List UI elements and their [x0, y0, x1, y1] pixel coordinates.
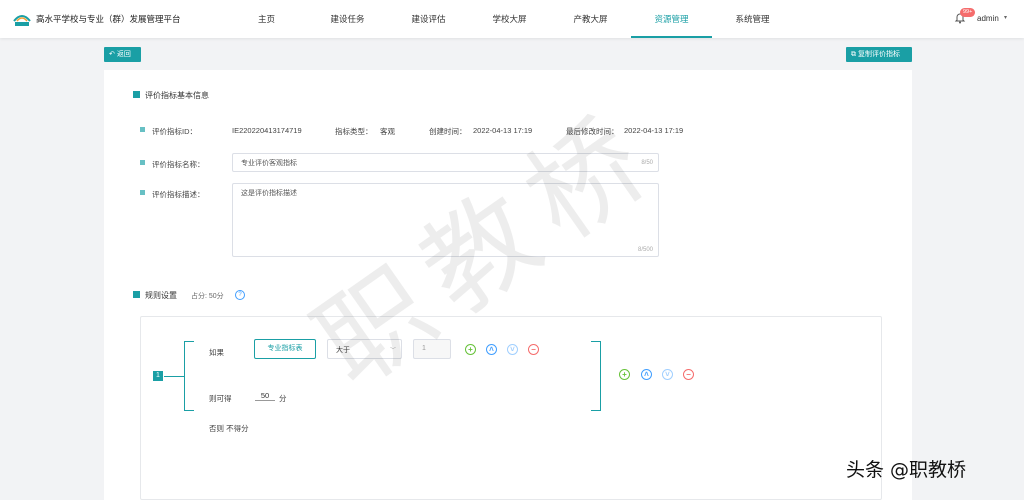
- help-icon[interactable]: ?: [235, 290, 245, 300]
- top-navigation-bar: 高水平学校与专业（群）发展管理平台 主页 建设任务 建设评估 学校大屏 产教大屏…: [0, 0, 1024, 38]
- back-button-label: 返回: [116, 51, 131, 58]
- rules-section-title: 规则设置: [145, 291, 177, 300]
- nav-item-construction-tasks[interactable]: 建设任务: [307, 0, 388, 38]
- indicator-desc-counter: 8/500: [637, 247, 653, 253]
- indicator-id-label: 评价指标ID：: [152, 127, 197, 136]
- score-unit: 分: [279, 394, 287, 403]
- field-select-button[interactable]: 专业指标表: [254, 339, 316, 359]
- nav-item-industry-dashboard[interactable]: 产教大屏: [550, 0, 631, 38]
- add-rule-icon[interactable]: +: [619, 369, 630, 380]
- indicator-type-value: 客观: [380, 127, 395, 136]
- indicator-id-value: IE220220413174719: [232, 126, 302, 135]
- nav-item-school-dashboard[interactable]: 学校大屏: [469, 0, 550, 38]
- nav-item-resource-management[interactable]: 资源管理: [631, 0, 712, 38]
- back-icon: ↶: [109, 51, 115, 58]
- remove-condition-icon[interactable]: −: [528, 344, 539, 355]
- copy-button-label: 复制评价指标: [857, 51, 900, 58]
- modified-time-label: 最后修改时间：: [566, 127, 619, 136]
- chevron-down-icon: ﹀: [389, 348, 396, 354]
- caret-down-icon[interactable]: ▾: [1004, 14, 1007, 21]
- add-condition-icon[interactable]: +: [465, 344, 476, 355]
- indicator-desc-label: 评价指标描述：: [152, 190, 205, 199]
- indicator-type-label: 指标类型：: [335, 127, 373, 136]
- field-marker: [140, 190, 145, 195]
- indicator-name-counter: 8/50: [641, 160, 653, 166]
- if-label: 如果: [209, 348, 224, 357]
- basic-info-section-title: 评价指标基本信息: [145, 91, 209, 100]
- copy-indicator-button[interactable]: ⧉ 复制评价指标: [846, 47, 912, 62]
- else-label: 否则 不得分: [209, 424, 249, 433]
- rule-editor: 1 如果 专业指标表 大于 ﹀ 1 + ˄ ˅ − 则可得 50 分 否则 不得…: [140, 316, 882, 500]
- section-marker: [133, 91, 140, 98]
- condition-bracket-right: [591, 341, 601, 411]
- created-time-label: 创建时间：: [429, 127, 467, 136]
- field-marker: [140, 127, 145, 132]
- app-title: 高水平学校与专业（群）发展管理平台: [36, 14, 181, 24]
- rule-move-down-icon[interactable]: ˅: [662, 369, 673, 380]
- user-menu[interactable]: admin: [977, 14, 999, 23]
- remove-rule-icon[interactable]: −: [683, 369, 694, 380]
- operator-select[interactable]: 大于 ﹀: [327, 339, 402, 359]
- condition-value-input[interactable]: 1: [413, 339, 451, 359]
- platform-logo[interactable]: [12, 9, 32, 29]
- move-up-icon[interactable]: ˄: [486, 344, 497, 355]
- watermark-corner: 头条 @职教桥: [846, 459, 967, 481]
- main-nav: 主页 建设任务 建设评估 学校大屏 产教大屏 资源管理 系统管理: [226, 0, 793, 38]
- condition-value: 1: [422, 345, 426, 352]
- indicator-name-label: 评价指标名称：: [152, 160, 205, 169]
- rule-connector-line: [164, 376, 184, 377]
- nav-item-system-management[interactable]: 系统管理: [712, 0, 793, 38]
- modified-time-value: 2022-04-13 17:19: [624, 126, 684, 135]
- section-marker: [133, 291, 140, 298]
- indicator-name-value: 专业评价客观指标: [241, 160, 297, 167]
- rule-move-up-icon[interactable]: ˄: [641, 369, 652, 380]
- score-input[interactable]: 50: [255, 391, 275, 401]
- indicator-name-input[interactable]: 专业评价客观指标 8/50: [232, 153, 659, 172]
- copy-icon: ⧉: [851, 51, 856, 58]
- nav-item-home[interactable]: 主页: [226, 0, 307, 38]
- indicator-desc-textarea[interactable]: 这是评价指标描述 8/500: [232, 183, 659, 257]
- nav-item-construction-evaluation[interactable]: 建设评估: [388, 0, 469, 38]
- notification-badge: 99+: [960, 8, 976, 17]
- total-score-label: 占分: 50分: [191, 293, 224, 300]
- condition-bracket-left: [184, 341, 194, 411]
- indicator-desc-value: 这是评价指标描述: [241, 190, 297, 197]
- operator-value: 大于: [336, 347, 350, 354]
- detail-panel: 评价指标基本信息 评价指标ID： IE220220413174719 指标类型：…: [104, 70, 912, 500]
- then-label: 则可得: [209, 394, 232, 403]
- rule-number: 1: [153, 371, 163, 381]
- field-marker: [140, 160, 145, 165]
- created-time-value: 2022-04-13 17:19: [473, 126, 533, 135]
- back-button[interactable]: ↶ 返回: [104, 47, 141, 62]
- move-down-icon[interactable]: ˅: [507, 344, 518, 355]
